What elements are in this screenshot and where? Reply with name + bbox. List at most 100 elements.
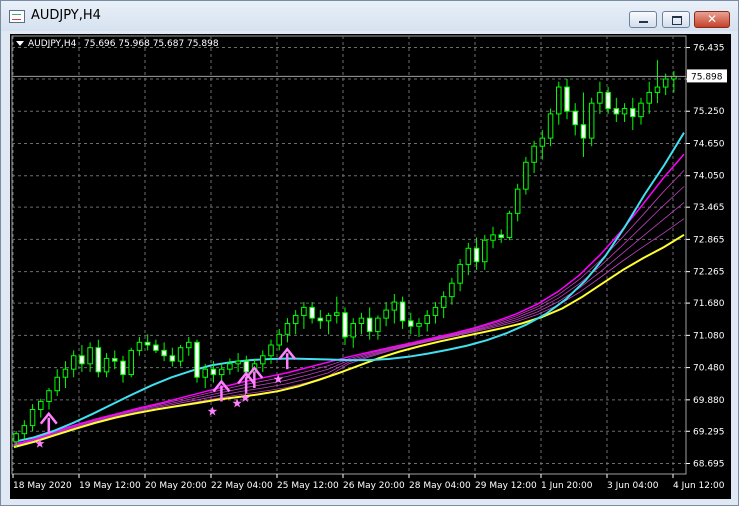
candle-body (38, 400, 44, 411)
x-tick-label: 25 May 12:00 (277, 481, 339, 491)
candle-body (144, 341, 151, 346)
x-tick-label: 28 May 04:00 (409, 481, 471, 491)
magenta-ma-band-line (13, 218, 685, 447)
y-tick-label: 72.865 (693, 235, 725, 245)
candle-body (276, 333, 282, 346)
x-tick-label: 22 May 04:00 (211, 481, 273, 491)
y-tick-label: 74.650 (693, 139, 725, 149)
candle-body (399, 301, 406, 322)
candle-body (46, 390, 52, 402)
candle-body (268, 344, 274, 357)
candle-body (662, 78, 669, 88)
candle-body (210, 368, 217, 376)
candle-body (309, 306, 315, 319)
candle-body (440, 296, 447, 308)
y-tick-label: 74.050 (693, 172, 725, 182)
candle-body (391, 301, 398, 311)
x-tick-label: 18 May 2020 (13, 481, 72, 491)
close-icon: ✕ (706, 12, 718, 26)
title-bar[interactable]: AUDJPY,H4 ✕ (1, 1, 738, 31)
candle-body (87, 347, 93, 365)
candle-body (243, 360, 250, 373)
x-tick-label: 4 Jun 12:00 (673, 481, 725, 491)
x-tick-label: 3 Jun 04:00 (607, 481, 659, 491)
maximize-button[interactable] (662, 11, 690, 28)
candle-body (235, 360, 241, 365)
candle-body (564, 86, 570, 112)
y-tick-label: 70.480 (693, 364, 725, 374)
candle-body (186, 341, 192, 349)
y-tick-label: 68.695 (693, 460, 725, 470)
chart-window: AUDJPY,H4 ✕ 76.43575.85075.25074.65074.0… (0, 0, 739, 506)
candle-body (556, 86, 562, 115)
candle-body (292, 314, 299, 325)
signal-star-icon (207, 406, 218, 416)
grid (11, 35, 687, 475)
candle-body (334, 312, 340, 316)
candle-body (120, 360, 126, 376)
candle-body (21, 425, 28, 435)
candle-body (366, 317, 373, 333)
x-tick-label: 19 May 12:00 (79, 481, 141, 491)
candle-body (342, 312, 348, 338)
magenta-ma-line (13, 153, 685, 446)
candle-body (62, 368, 69, 378)
candle-body (218, 368, 225, 376)
x-tick-label: 29 May 12:00 (475, 481, 537, 491)
close-button[interactable]: ✕ (694, 11, 730, 28)
current-price-label: 75.898 (691, 72, 723, 82)
candle-body (572, 110, 578, 126)
candle-body (153, 344, 159, 351)
candle-body (465, 247, 472, 265)
candle-body (169, 355, 176, 362)
y-tick-label: 76.435 (693, 44, 725, 54)
candle-body (457, 263, 463, 284)
magenta-ma-band-line (13, 186, 685, 446)
candle-body (630, 108, 636, 118)
candle-body (523, 161, 529, 190)
candle-body (621, 108, 628, 115)
candle-body (136, 341, 143, 351)
candle-body (161, 349, 167, 357)
candle-body (490, 234, 496, 241)
candle-body (95, 347, 102, 373)
candle-body (613, 108, 620, 115)
candle-body (54, 376, 60, 392)
candle-body (325, 314, 332, 322)
y-tick-label: 73.465 (693, 203, 725, 213)
candle-body (112, 357, 118, 362)
candle-body (449, 282, 455, 298)
candle-body (128, 349, 134, 376)
candle-body (260, 355, 266, 365)
plot-frame (11, 35, 687, 475)
candle-body (432, 306, 439, 316)
candle-body (375, 317, 381, 333)
candle-body (654, 86, 661, 93)
y-tick-label: 69.880 (693, 396, 725, 406)
candle-body (70, 355, 77, 370)
candle-body (177, 347, 184, 362)
candle-body (646, 91, 652, 104)
candle-body (588, 102, 595, 139)
candle-body (358, 317, 365, 325)
y-tick-label: 69.295 (693, 427, 725, 437)
candle-body (531, 145, 537, 163)
chart-area[interactable]: 76.43575.85075.25074.65074.05073.46572.8… (10, 34, 731, 499)
candle-body (473, 247, 480, 263)
y-tick-label: 71.680 (693, 299, 725, 309)
y-tick-label: 75.250 (693, 107, 725, 117)
price-chart[interactable]: 76.43575.85075.25074.65074.05073.46572.8… (10, 34, 731, 499)
minimize-button[interactable] (629, 11, 657, 28)
axes: 76.43575.85075.25074.65074.05073.46572.8… (12, 44, 727, 491)
candle-body (13, 433, 19, 443)
x-tick-label: 20 May 20:00 (145, 481, 207, 491)
candles (13, 60, 677, 448)
chart-header: AUDJPY,H4 75.696 75.968 75.687 75.898 (16, 39, 219, 49)
dropdown-triangle-icon[interactable] (16, 41, 24, 46)
candle-body (514, 188, 521, 214)
candle-body (103, 357, 110, 373)
y-tick-label: 71.080 (693, 331, 725, 341)
candle-body (202, 368, 208, 378)
candle-body (539, 137, 546, 147)
candle-body (597, 91, 603, 104)
